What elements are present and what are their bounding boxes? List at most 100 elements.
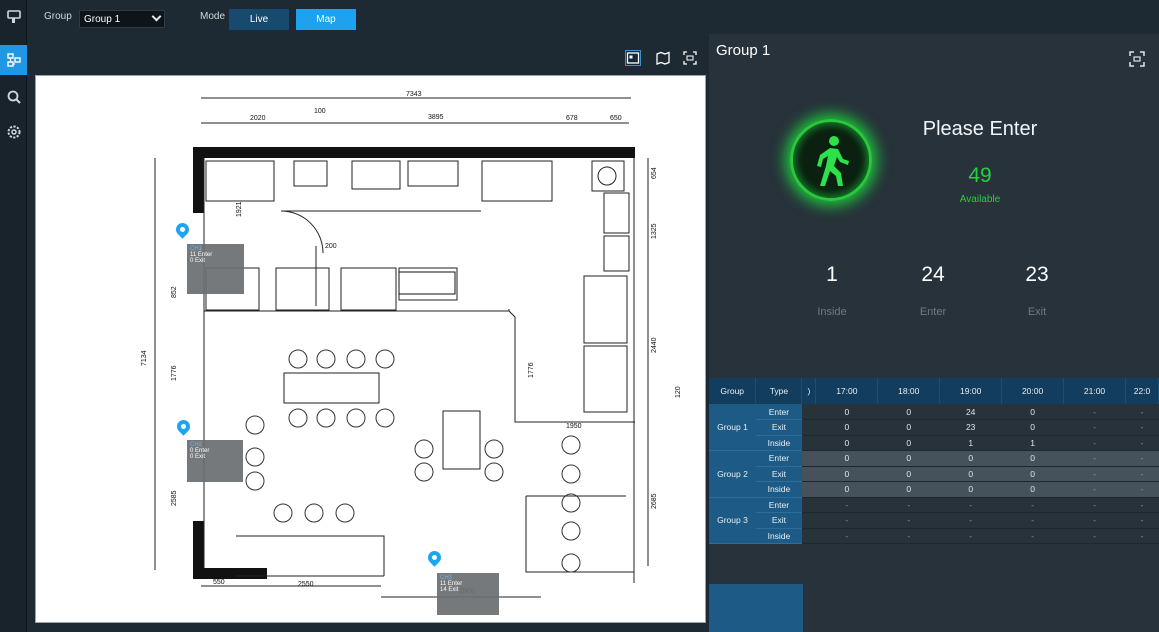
type-cell: Exit xyxy=(755,466,802,482)
person-counter-icon[interactable] xyxy=(0,2,27,32)
map-group-icon[interactable] xyxy=(0,45,27,75)
table-cell xyxy=(801,450,816,467)
exit-label: Exit xyxy=(1027,306,1047,318)
camera-exit-label: Exit xyxy=(448,587,459,593)
table-cell: 0 xyxy=(1001,466,1064,482)
type-cell: Inside xyxy=(755,435,802,451)
table-row: Exit 0 0 0 0- - xyxy=(709,466,1159,482)
table-cell xyxy=(801,404,816,420)
group-select[interactable]: Group 1 xyxy=(79,10,165,28)
table-row: Group 1 Enter 0 0 24 0- - xyxy=(709,404,1159,451)
camera-exit-count: 0 xyxy=(190,454,194,460)
dimension-label: 2440 xyxy=(651,337,658,353)
table-cell: 0 xyxy=(815,481,878,498)
column-header: ) xyxy=(801,378,817,404)
inside-count: 1 xyxy=(826,263,838,286)
table-cell: - xyxy=(939,497,1002,513)
table-cell: - xyxy=(1063,404,1126,420)
type-cell: Inside xyxy=(755,528,802,544)
table-cell xyxy=(801,528,816,544)
table-cell: - xyxy=(1063,450,1126,467)
table-cell xyxy=(801,481,816,498)
table-cell: - xyxy=(1125,481,1159,498)
camera-exit-label: Exit xyxy=(195,258,206,264)
dimension-label: 1950 xyxy=(566,423,582,430)
fullscreen-icon[interactable] xyxy=(682,50,698,66)
table-cell: - xyxy=(1063,512,1126,529)
enter-label: Enter xyxy=(919,306,947,318)
table-cell: 24 xyxy=(939,404,1002,420)
type-cell: Enter xyxy=(755,450,802,467)
table-cell xyxy=(801,466,816,482)
dimension-label: 100 xyxy=(314,108,326,115)
table-cell: 0 xyxy=(1001,450,1064,467)
table-row: Inside 0 0 1 1- - xyxy=(709,435,1159,451)
table-cell: 0 xyxy=(877,466,940,482)
table-header-row: Group Type ) 17:00 18:00 19:00 20:00 21:… xyxy=(709,378,1159,404)
dimension-label: 3895 xyxy=(428,114,444,121)
table-cell: - xyxy=(1125,512,1159,529)
settings-icon[interactable] xyxy=(0,117,27,147)
mode-live-button[interactable]: Live xyxy=(229,9,289,30)
table-cell: 0 xyxy=(939,466,1002,482)
table-cell: - xyxy=(1001,528,1064,544)
column-header: 22:0 xyxy=(1125,378,1159,404)
table-cell: - xyxy=(815,497,878,513)
table-cell: - xyxy=(877,497,940,513)
inside-label: Inside xyxy=(817,306,847,318)
table-cell: 23 xyxy=(939,419,1002,436)
table-cell: 1 xyxy=(939,435,1002,451)
dimension-label: 550 xyxy=(213,579,225,586)
single-view-icon[interactable] xyxy=(625,50,641,66)
table-cell: - xyxy=(1125,497,1159,513)
table-cell: 1 xyxy=(1001,435,1064,451)
floor-plan-map[interactable]: 7343 2020 100 3895 678 650 654 1325 1921… xyxy=(35,75,706,623)
table-cell: - xyxy=(1125,528,1159,544)
walk-status-indicator xyxy=(790,119,872,201)
dimension-label: 678 xyxy=(566,115,578,122)
group-name-cell: Group 2 xyxy=(709,450,756,498)
column-header: 18:00 xyxy=(877,378,941,404)
mode-map-button[interactable]: Map xyxy=(296,9,356,30)
table-cell: - xyxy=(1063,497,1126,513)
dimension-label: 2585 xyxy=(171,490,178,506)
table-row: Group 3 Enter - - - - - - xyxy=(709,497,1159,544)
table-row: Exit 0 0 23 0- - xyxy=(709,419,1159,436)
dimension-label: 7134 xyxy=(141,350,148,366)
dimension-label: 200 xyxy=(325,243,337,250)
table-cell: 0 xyxy=(815,435,878,451)
column-header: 20:00 xyxy=(1001,378,1065,404)
table-cell: - xyxy=(1001,512,1064,529)
table-cell: 0 xyxy=(877,404,940,420)
dimension-label: 2020 xyxy=(250,115,266,122)
camera-overlay-ch3[interactable]: CH3 11 Enter 14 Exit xyxy=(437,573,499,615)
table-cell xyxy=(801,497,816,513)
chevron-down-icon xyxy=(151,11,162,22)
table-cell: - xyxy=(1125,419,1159,436)
table-cell: 0 xyxy=(815,404,878,420)
panel-title: Group 1 xyxy=(716,42,771,59)
dimension-label: 7343 xyxy=(406,91,422,98)
table-cell: 0 xyxy=(815,466,878,482)
dimension-label: 1776 xyxy=(528,362,535,378)
search-icon[interactable] xyxy=(0,82,27,112)
camera-overlay-ch2[interactable]: CH2 0 Enter 0 Exit xyxy=(187,440,243,482)
map-view-icon[interactable] xyxy=(655,50,671,66)
available-count: 49 xyxy=(968,164,992,187)
table-cell: 0 xyxy=(939,481,1002,498)
type-cell: Exit xyxy=(755,512,802,529)
table-cell: - xyxy=(1125,404,1159,420)
type-cell: Enter xyxy=(755,404,802,420)
table-cell: 0 xyxy=(877,481,940,498)
table-cell: 0 xyxy=(815,450,878,467)
table-cell: - xyxy=(877,512,940,529)
table-cell xyxy=(801,419,816,436)
dimension-label: 1921 xyxy=(236,201,243,217)
table-cell: - xyxy=(815,512,878,529)
dimension-label: 1776 xyxy=(171,365,178,381)
fullscreen-icon[interactable] xyxy=(1128,50,1146,68)
table-cell: 0 xyxy=(1001,404,1064,420)
table-cell: - xyxy=(1063,528,1126,544)
camera-overlay-ch1[interactable]: CH1 11 Enter 0 Exit xyxy=(187,244,244,294)
camera-exit-count: 0 xyxy=(190,258,194,264)
